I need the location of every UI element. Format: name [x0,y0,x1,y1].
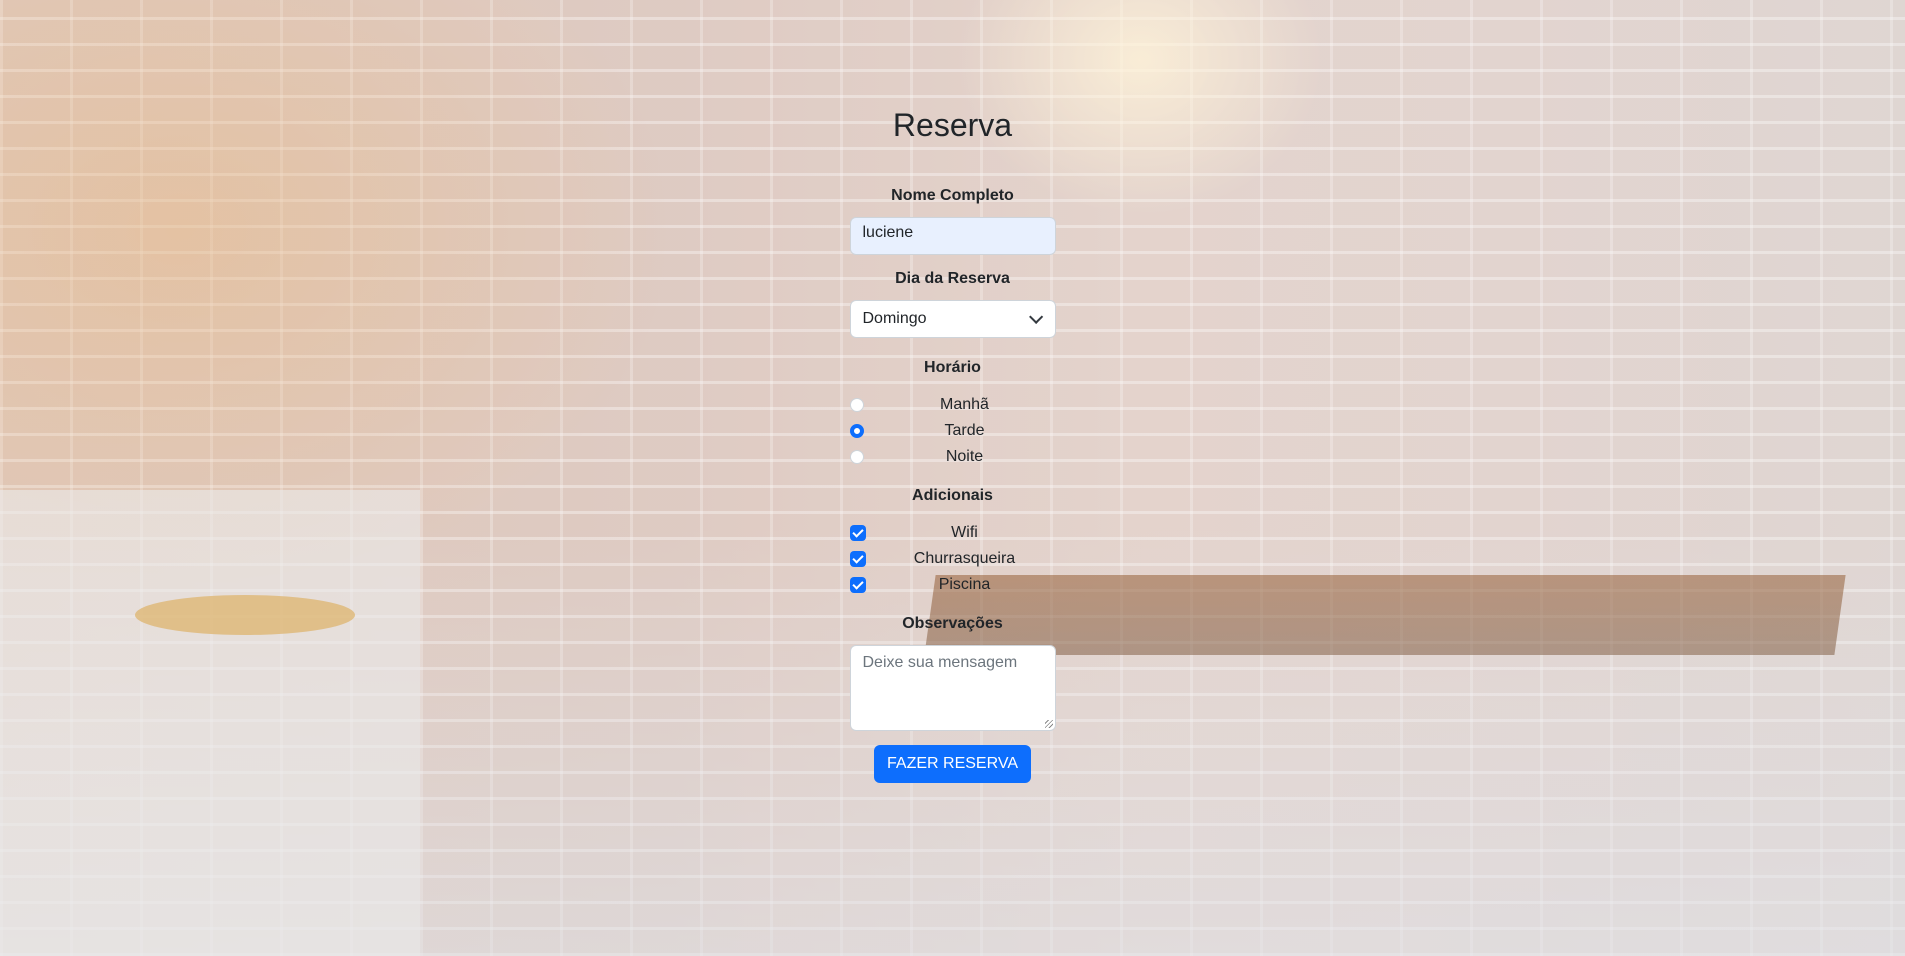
extra-option-label: Piscina [938,576,991,593]
extra-option-churrasqueira[interactable]: Churrasqueira [849,546,1056,572]
extra-option-piscina[interactable]: Piscina [849,572,1056,598]
time-option-tarde[interactable]: Tarde [849,418,1056,444]
extra-option-wifi[interactable]: Wifi [849,520,1056,546]
radio-noite[interactable] [849,450,864,464]
extras-options: Wifi Churrasqueira Piscina [849,520,1056,598]
checkbox-piscina[interactable] [849,577,866,593]
notes-placeholder: Deixe sua mensagem [862,654,1018,671]
notes-textarea[interactable]: Deixe sua mensagem [849,645,1056,731]
name-input[interactable]: luciene [849,217,1056,255]
chevron-down-icon [1028,309,1043,324]
extra-option-label: Wifi [951,524,978,541]
day-select-value: Domingo [862,310,927,327]
resize-handle-icon[interactable] [1044,720,1053,728]
extras-label: Adicionais [912,487,993,504]
time-options: Manhã Tarde Noite [849,392,1056,470]
radio-tarde[interactable] [849,424,864,438]
page-title: Reserva [892,107,1013,143]
time-option-manha[interactable]: Manhã [849,392,1056,418]
time-option-noite[interactable]: Noite [849,444,1056,470]
name-label: Nome Completo [891,187,1014,204]
time-option-label: Tarde [944,422,985,439]
day-select[interactable]: Domingo [849,300,1056,338]
reservation-form: Reserva Nome Completo luciene Dia da Res… [0,0,1905,783]
extra-option-label: Churrasqueira [913,550,1016,567]
time-option-label: Manhã [940,396,989,413]
time-option-label: Noite [945,448,984,465]
checkbox-churrasqueira[interactable] [849,551,866,567]
radio-manha[interactable] [849,398,864,412]
submit-reservation-button[interactable]: FAZER RESERVA [874,745,1031,783]
notes-label: Observações [902,615,1003,632]
time-label: Horário [924,359,981,376]
checkbox-wifi[interactable] [849,525,866,541]
day-label: Dia da Reserva [895,270,1010,287]
